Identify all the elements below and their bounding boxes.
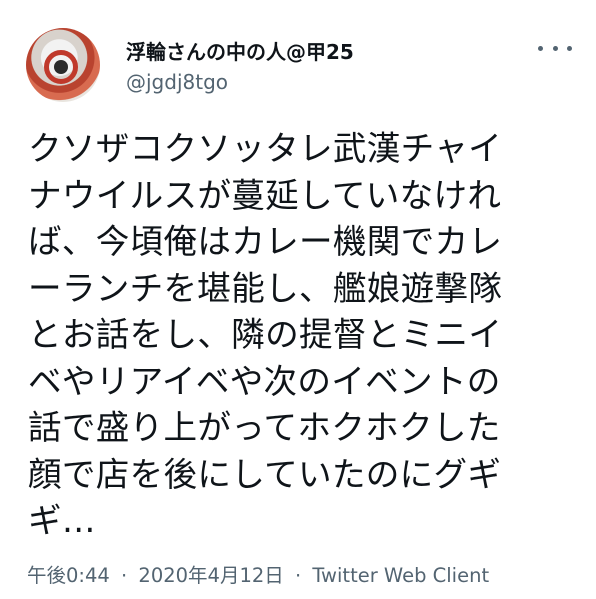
- tweet-text-line: 顔で店を後にしていたのにグギ: [28, 454, 502, 494]
- tweet-card: 浮輪さんの中の人@甲25 @jgdj8tgo クソザコクソッタレ武漢チャイ ナウ…: [0, 0, 596, 599]
- tweet-date[interactable]: 2020年4月12日: [138, 564, 283, 587]
- tweet-text-line: ベやリアイベや次のイベントの: [28, 361, 501, 401]
- user-handle[interactable]: @jgdj8tgo: [126, 70, 228, 94]
- tweet-text-line: クソザコクソッタレ武漢チャイ: [28, 129, 502, 168]
- meta-separator: ·: [121, 564, 128, 587]
- tweet-text-line: 話で盛り上がってホクホクした: [28, 408, 501, 447]
- more-dot-3: [567, 45, 572, 51]
- tweet-text-line: とお話をし、隣の提督とミニイ: [28, 315, 503, 354]
- tweet-text-line: ば、今頃俺はカレー機関でカレ: [28, 222, 503, 261]
- tweet-text-line: ーランチを堪能し、艦娘遊撃隊: [28, 268, 503, 308]
- tweet-time[interactable]: 午後0:44: [27, 564, 110, 587]
- tweet-text-line: ギ…: [28, 501, 96, 540]
- display-name[interactable]: 浮輪さんの中の人@甲25: [126, 36, 354, 65]
- more-dot-2: [552, 45, 558, 51]
- avatar[interactable]: [26, 28, 100, 102]
- tweet-client[interactable]: Twitter Web Client: [312, 564, 489, 587]
- more-dot-1: [538, 45, 543, 51]
- tweet-meta: 午後0:44 · 2020年4月12日 · Twitter Web Client: [27, 559, 489, 588]
- meta-separator: ·: [294, 564, 302, 587]
- tweet-text: クソザコクソッタレ武漢チャイ ナウイルスが蔓延していなけれ ば、今頃俺はカレー機…: [28, 126, 573, 545]
- tweet-text-line: ナウイルスが蔓延していなけれ: [28, 175, 502, 215]
- more-options-icon[interactable]: [538, 38, 572, 58]
- avatar-center: [54, 60, 68, 74]
